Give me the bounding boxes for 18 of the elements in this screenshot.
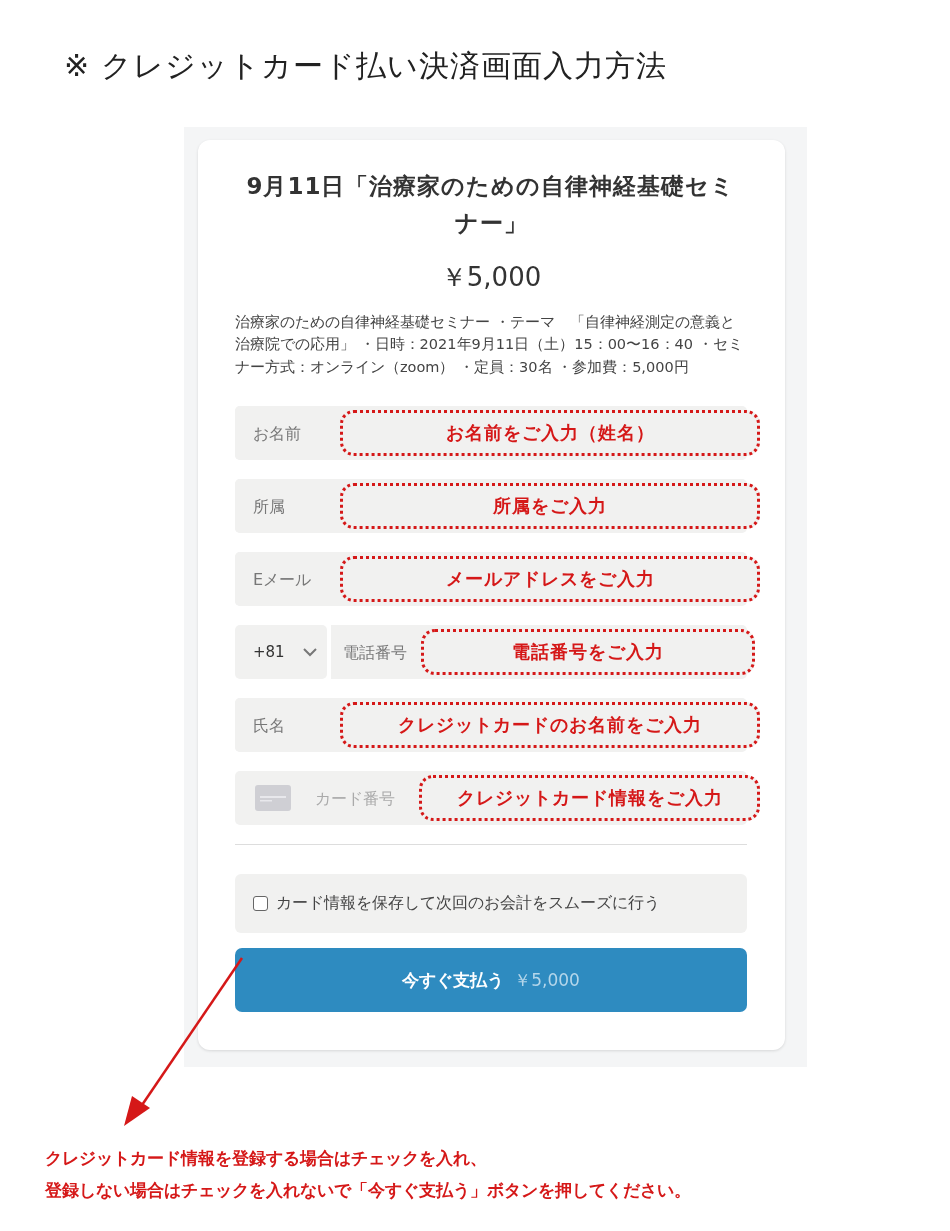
annotation-tooltip: 電話番号をご入力: [421, 629, 755, 675]
pay-now-button[interactable]: 今すぐ支払う ￥5,000: [235, 948, 747, 1012]
annotation-tooltip: 所属をご入力: [340, 483, 760, 529]
annotation-tooltip: お名前をご入力（姓名）: [340, 410, 760, 456]
annotation-tooltip: クレジットカード情報をご入力: [419, 775, 760, 821]
instruction-note: クレジットカード情報を登録する場合はチェックを入れ、: [45, 1147, 488, 1170]
checkbox[interactable]: [253, 896, 268, 911]
instruction-note: 登録しない場合はチェックを入れないで「今すぐ支払う」ボタンを押してください。: [45, 1179, 691, 1202]
annotation-tooltip: クレジットカードのお名前をご入力: [340, 702, 760, 748]
credit-card-icon: [255, 785, 291, 811]
checkbox-label[interactable]: カード情報を保存して次回のお会計をスムーズに行う: [276, 893, 660, 914]
chevron-down-icon: [303, 647, 317, 657]
page-heading: ※ クレジットカード払い決済画面入力方法: [63, 47, 668, 85]
seminar-description: 治療家のための自律神経基礎セミナー ・テーマ 「自律神経測定の意義と治療院での応用」 ・日時：2021年9月11日（土）15：00〜16：40 ・セミナー方式：オンライン（zoom） ・定員：30名 ・参加費：5,000円: [235, 312, 744, 377]
seminar-title: 9月11日「治療家のための自律神経基礎セミナー」: [245, 172, 737, 238]
country-code-select[interactable]: +81: [235, 625, 327, 679]
price: ￥5,000: [439, 260, 543, 294]
annotation-tooltip: メールアドレスをご入力: [340, 556, 760, 602]
